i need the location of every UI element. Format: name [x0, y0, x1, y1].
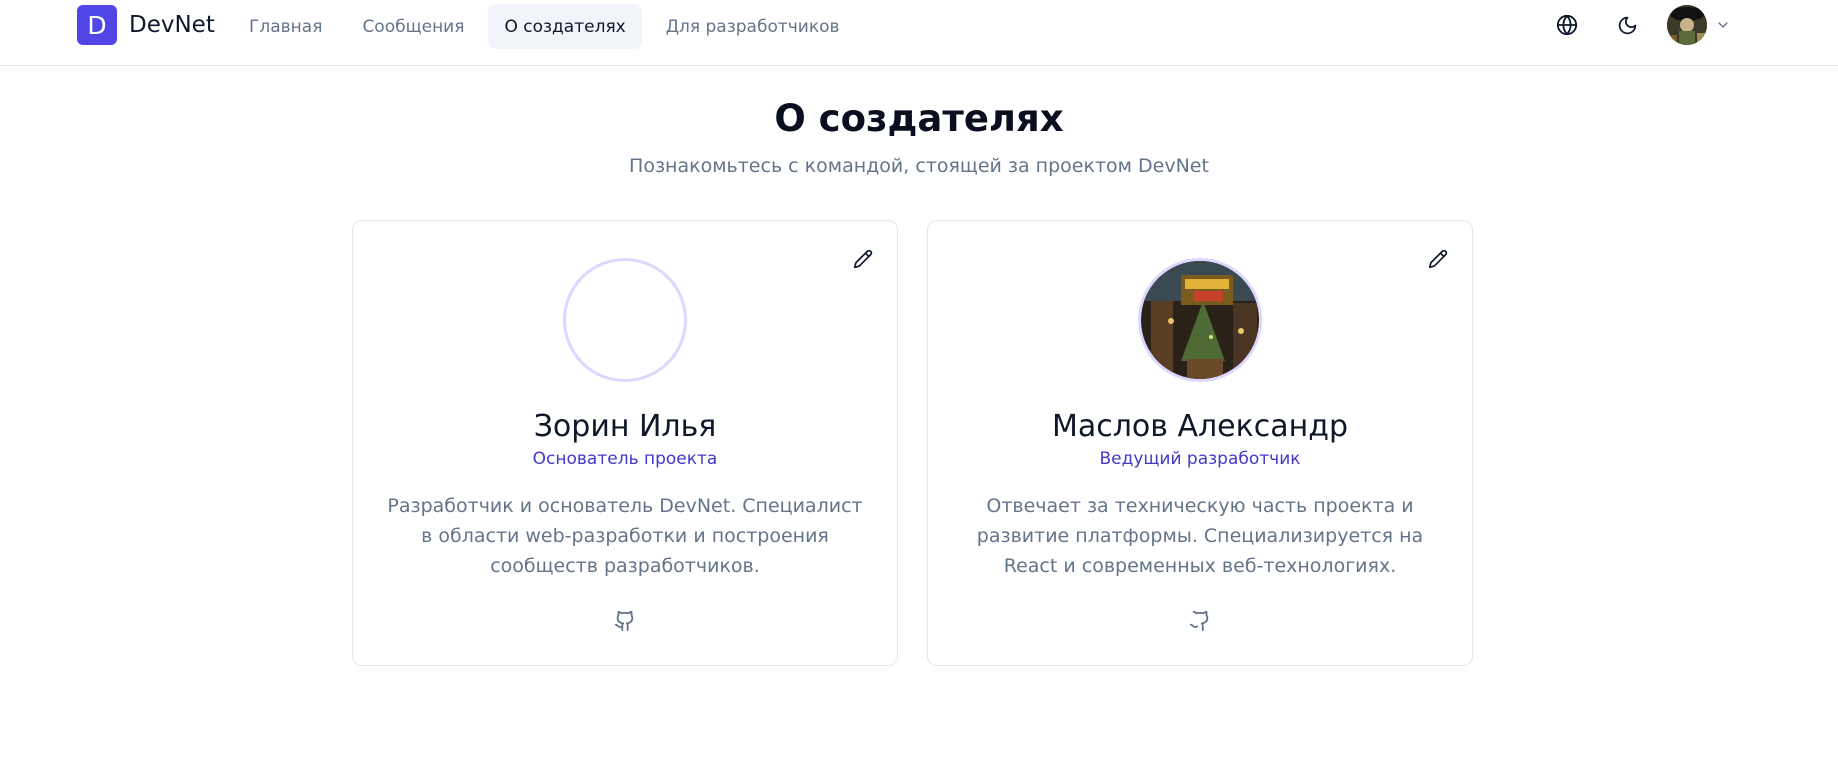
nav-item-developers[interactable]: Для разработчиков	[650, 4, 856, 49]
edit-button[interactable]	[849, 245, 877, 273]
logo-mark: D	[77, 5, 117, 45]
user-avatar	[1667, 5, 1707, 45]
nav-item-about-creators[interactable]: О создателях	[488, 4, 642, 49]
github-icon	[614, 610, 634, 632]
avatar-photo	[1141, 261, 1259, 379]
page-subtitle: Познакомьтесь с командой, стоящей за про…	[629, 155, 1209, 177]
theme-toggle-button[interactable]	[1605, 3, 1649, 47]
creator-description: Разработчик и основатель DevNet. Специал…	[387, 495, 863, 577]
creator-description: Отвечает за техническую часть проекта и …	[976, 495, 1424, 577]
top-header: D DevNet Главная Сообщения О создателях …	[0, 0, 1838, 66]
nav-item-messages[interactable]: Сообщения	[346, 4, 480, 49]
creator-avatar	[563, 258, 687, 382]
chevron-down-icon	[1718, 22, 1728, 28]
creator-card: Маслов Александр Ведущий разработчик Отв…	[927, 220, 1473, 666]
pencil-icon	[1428, 249, 1448, 269]
main-nav: Главная Сообщения О создателях Для разра…	[233, 4, 864, 49]
user-menu-button[interactable]	[1667, 5, 1731, 45]
moon-icon	[1618, 16, 1636, 34]
creator-avatar	[1138, 258, 1262, 382]
github-link[interactable]	[611, 607, 639, 635]
creator-role: Ведущий разработчик	[1099, 449, 1301, 469]
creator-name: Маслов Александр	[1051, 409, 1349, 444]
language-button[interactable]	[1545, 3, 1589, 47]
logo-link[interactable]: D DevNet	[77, 5, 215, 45]
header-actions	[1545, 3, 1731, 47]
globe-icon	[1556, 14, 1578, 36]
creator-role: Основатель проекта	[532, 449, 718, 469]
app-name: DevNet	[129, 12, 215, 38]
edit-button[interactable]	[1424, 245, 1452, 273]
creator-name: Зорин Илья	[533, 409, 717, 444]
pencil-icon	[853, 249, 873, 269]
page-title: О создателях	[774, 97, 1064, 140]
github-link[interactable]	[1186, 607, 1214, 635]
creator-card: Зорин Илья Основатель проекта Разработчи…	[352, 220, 898, 666]
nav-item-home[interactable]: Главная	[233, 4, 338, 49]
github-icon	[1189, 610, 1209, 632]
